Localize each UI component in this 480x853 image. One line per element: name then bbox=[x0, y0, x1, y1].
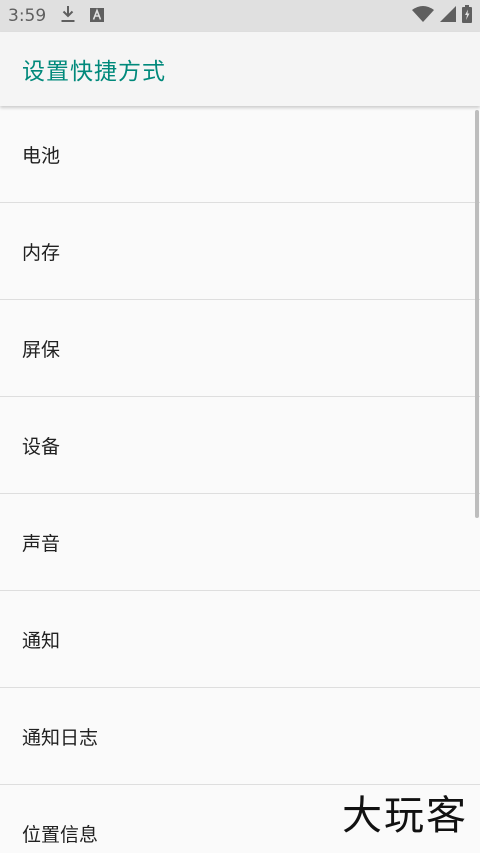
list-item-label: 声音 bbox=[22, 532, 61, 555]
a-notification-icon bbox=[90, 7, 105, 26]
list-item-sound[interactable]: 声音 bbox=[0, 494, 480, 591]
list-item-screensaver[interactable]: 屏保 bbox=[0, 300, 480, 397]
scrollbar[interactable] bbox=[475, 110, 479, 518]
download-icon bbox=[60, 5, 76, 27]
status-time: 3:59 bbox=[8, 6, 47, 26]
app-bar: 设置快捷方式 bbox=[0, 32, 480, 106]
watermark: 大玩客 bbox=[342, 793, 468, 839]
list-item-battery[interactable]: 电池 bbox=[0, 106, 480, 203]
list-item-label: 位置信息 bbox=[22, 823, 99, 846]
list-item-notifications[interactable]: 通知 bbox=[0, 591, 480, 688]
status-right-icons bbox=[412, 5, 472, 27]
list-item-memory[interactable]: 内存 bbox=[0, 203, 480, 300]
list-item-notification-log[interactable]: 通知日志 bbox=[0, 688, 480, 785]
signal-icon bbox=[440, 6, 456, 26]
status-left-icons bbox=[60, 5, 105, 27]
list-item-label: 电池 bbox=[22, 144, 61, 167]
wifi-icon bbox=[412, 6, 434, 26]
page-title: 设置快捷方式 bbox=[22, 59, 166, 85]
list-item-device[interactable]: 设备 bbox=[0, 397, 480, 494]
battery-icon bbox=[462, 5, 472, 27]
list-item-label: 内存 bbox=[22, 241, 61, 264]
list-item-label: 设备 bbox=[22, 435, 61, 458]
list-item-label: 屏保 bbox=[22, 338, 61, 361]
list-item-label: 通知日志 bbox=[22, 726, 99, 749]
list-item-label: 通知 bbox=[22, 629, 61, 652]
shortcut-list: 电池 内存 屏保 设备 声音 通知 通知日志 位置信息 bbox=[0, 106, 480, 853]
status-bar: 3:59 bbox=[0, 0, 480, 32]
